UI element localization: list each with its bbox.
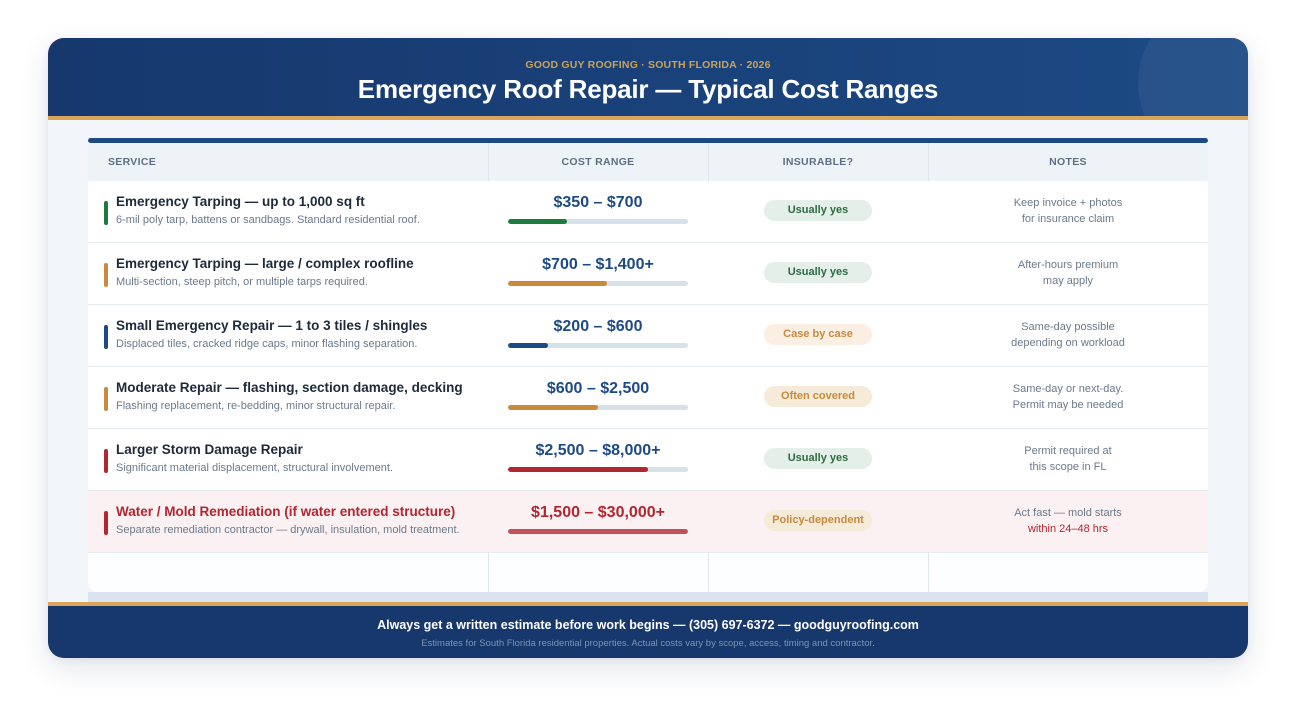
table-row: Emergency Tarping — up to 1,000 sq ft 6-m… xyxy=(88,181,1208,243)
insurable-badge: Often covered xyxy=(764,386,872,407)
table-header: SERVICE COST RANGE INSURABLE? NOTES xyxy=(88,143,1208,181)
note-line-2: depending on workload xyxy=(1011,337,1125,349)
cost-card: GOOD GUY ROOFING · SOUTH FLORIDA · 2026 … xyxy=(48,38,1248,658)
header-kicker: GOOD GUY ROOFING · SOUTH FLORIDA · 2026 xyxy=(525,59,771,71)
column-header-insurable: INSURABLE? xyxy=(782,156,854,168)
row-accent-marker xyxy=(104,511,108,535)
note-line-1: After-hours premium xyxy=(1017,259,1119,271)
note-line-2: may apply xyxy=(1042,275,1094,287)
note-line-1: Same-day possible xyxy=(1021,321,1115,333)
service-description: Significant material displacement, struc… xyxy=(116,462,393,474)
row-accent-marker xyxy=(104,201,108,225)
footer-divider xyxy=(48,602,1248,606)
column-header-notes: NOTES xyxy=(1049,156,1087,168)
cost-table: SERVICE COST RANGE INSURABLE? NOTES Emer… xyxy=(88,138,1208,592)
header-divider xyxy=(48,116,1248,120)
service-description: Separate remediation contractor — drywal… xyxy=(116,524,460,536)
service-description: 6-mil poly tarp, battens or sandbags. St… xyxy=(116,214,420,226)
insurable-badge: Usually yes xyxy=(764,448,872,469)
card-header: GOOD GUY ROOFING · SOUTH FLORIDA · 2026 … xyxy=(48,38,1248,116)
row-note: Keep invoice + photos for insurance claim xyxy=(928,195,1208,227)
row-note: Act fast — mold starts within 24–48 hrs xyxy=(928,505,1208,537)
row-accent-marker xyxy=(104,449,108,473)
column-header-service: SERVICE xyxy=(108,156,157,168)
note-line-2: for insurance claim xyxy=(1021,213,1115,225)
footer-cta: Always get a written estimate before wor… xyxy=(377,618,919,632)
service-description: Multi-section, steep pitch, or multiple … xyxy=(116,276,368,288)
note-line-1: Permit required at xyxy=(1024,445,1112,457)
note-line-1: Same-day or next-day. xyxy=(1012,383,1124,395)
cost-range-value: $350 – $700 xyxy=(553,194,643,211)
cost-bar-track xyxy=(508,343,688,348)
cost-bar-fill xyxy=(508,467,649,472)
cost-range-value: $600 – $2,500 xyxy=(546,380,650,397)
cost-range-value: $200 – $600 xyxy=(553,318,643,335)
service-title: Emergency Tarping — large / complex roof… xyxy=(116,256,414,271)
column-header-cost-range: COST RANGE xyxy=(561,156,635,168)
row-accent-marker xyxy=(104,263,108,287)
note-line-1: Keep invoice + photos xyxy=(1013,197,1123,209)
insurable-badge: Case by case xyxy=(764,324,872,345)
service-title: Small Emergency Repair — 1 to 3 tiles / … xyxy=(116,318,428,333)
cost-bar-track xyxy=(508,405,688,410)
row-note: Same-day or next-day. Permit may be neede… xyxy=(928,381,1208,413)
table-row: Larger Storm Damage Repair Significant ma… xyxy=(88,429,1208,491)
cost-range-value: $700 – $1,400+ xyxy=(542,256,654,273)
table-row: Emergency Tarping — large / complex roof… xyxy=(88,243,1208,305)
row-note: After-hours premium may apply xyxy=(928,257,1208,289)
note-line-2: within 24–48 hrs xyxy=(1027,523,1109,535)
table-row: Water / Mold Remediation (if water enter… xyxy=(88,491,1208,553)
insurable-badge: Policy-dependent xyxy=(764,510,872,531)
cost-bar-track xyxy=(508,219,688,224)
page-title: Emergency Roof Repair — Typical Cost Ran… xyxy=(357,74,939,104)
service-title: Water / Mold Remediation (if water enter… xyxy=(116,504,456,519)
cost-range-value: $2,500 – $8,000+ xyxy=(535,442,661,459)
cost-bar-track xyxy=(508,467,688,472)
insurable-badge: Usually yes xyxy=(764,262,872,283)
service-title: Larger Storm Damage Repair xyxy=(116,442,303,457)
table-row: Moderate Repair — flashing, section dama… xyxy=(88,367,1208,429)
cost-range-value: $1,500 – $30,000+ xyxy=(531,504,665,521)
row-accent-marker xyxy=(104,325,108,349)
insurable-badge: Usually yes xyxy=(764,200,872,221)
row-accent-marker xyxy=(104,387,108,411)
note-line-2: this scope in FL xyxy=(1029,461,1107,473)
footer-disclaimer: Estimates for South Florida residential … xyxy=(421,638,875,649)
service-description: Displaced tiles, cracked ridge caps, min… xyxy=(116,338,418,350)
note-line-2: Permit may be needed xyxy=(1012,399,1124,411)
service-description: Flashing replacement, re-bedding, minor … xyxy=(116,400,396,412)
cost-bar-fill xyxy=(508,405,598,410)
note-line-1: Act fast — mold starts xyxy=(1014,507,1122,519)
cost-bar-fill xyxy=(508,219,568,224)
row-note: Permit required at this scope in FL xyxy=(928,443,1208,475)
service-title: Moderate Repair — flashing, section dama… xyxy=(116,380,463,395)
cost-bar-fill xyxy=(508,529,688,534)
card-footer: Always get a written estimate before wor… xyxy=(48,602,1248,658)
table-top-bar xyxy=(88,138,1208,143)
service-title: Emergency Tarping — up to 1,000 sq ft xyxy=(116,194,365,209)
cost-bar-track xyxy=(508,529,688,534)
footer-strip xyxy=(88,592,1208,602)
cost-bar-fill xyxy=(508,281,607,286)
cost-bar-track xyxy=(508,281,688,286)
table-row: Small Emergency Repair — 1 to 3 tiles / … xyxy=(88,305,1208,367)
cost-bar-fill xyxy=(508,343,548,348)
row-note: Same-day possible depending on workload xyxy=(928,319,1208,351)
